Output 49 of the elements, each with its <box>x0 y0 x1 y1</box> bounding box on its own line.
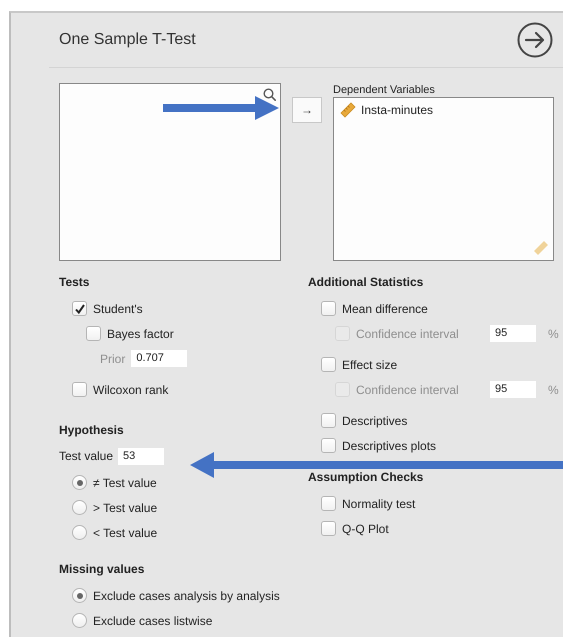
checkbox-label: Mean difference <box>342 302 428 316</box>
checkbox[interactable] <box>72 301 87 316</box>
unit-label: % <box>548 326 559 340</box>
checkbox-label: Bayes factor <box>107 326 174 340</box>
section-heading: Assumption Checks <box>308 469 424 485</box>
radio-label: < Test value <box>93 526 158 540</box>
radio-button[interactable] <box>72 500 87 515</box>
checkbox-label: Wilcoxon rank <box>93 382 168 396</box>
checkbox-label: Effect size <box>342 358 398 372</box>
checkbox[interactable] <box>86 326 101 341</box>
section-heading: Hypothesis <box>59 422 124 438</box>
window-title: One Sample T-Test <box>59 31 196 49</box>
radio-label: Exclude cases listwise <box>93 614 212 628</box>
field-label: Prior <box>100 352 126 366</box>
dependent-variables-label: Dependent Variables <box>333 83 436 97</box>
test-value-field[interactable]: 53 <box>118 448 164 464</box>
radio-button[interactable] <box>72 588 87 603</box>
field-label: Test value <box>59 449 114 463</box>
checkbox-label: Student's <box>93 302 143 316</box>
checkbox[interactable] <box>321 413 336 428</box>
radio-label: Exclude cases analysis by analysis <box>93 588 280 602</box>
arrow-circle-icon[interactable] <box>517 22 553 58</box>
dependent-variables-list[interactable]: Insta-minutes <box>333 97 554 261</box>
unit-label: % <box>548 382 559 396</box>
checkbox[interactable] <box>72 382 87 397</box>
section-heading: Missing values <box>59 561 144 577</box>
radio-button[interactable] <box>72 613 87 628</box>
assign-button[interactable]: → <box>292 97 322 123</box>
checkbox[interactable] <box>321 496 336 511</box>
radio-button[interactable] <box>72 525 87 540</box>
checkbox-label: Confidence interval <box>356 382 460 396</box>
checkbox-label: Normality test <box>342 496 416 510</box>
checkbox[interactable] <box>321 301 336 316</box>
checkbox[interactable] <box>321 521 336 536</box>
checkbox-label: Q-Q Plot <box>342 522 389 536</box>
radio-label: ≠ Test value <box>93 476 157 490</box>
variable-name[interactable]: Insta-minutes <box>361 103 434 117</box>
section-heading: Additional Statistics <box>308 274 424 290</box>
ruler-icon <box>533 240 549 256</box>
search-icon[interactable] <box>263 88 276 101</box>
checkbox-label: Descriptives plots <box>342 438 436 452</box>
section-heading: Tests <box>59 274 90 290</box>
checkbox[interactable] <box>321 438 336 453</box>
ruler-icon <box>340 102 356 118</box>
checkbox[interactable] <box>321 357 336 372</box>
checkbox-label: Confidence interval <box>356 326 460 340</box>
radio-button[interactable] <box>72 475 87 490</box>
radio-label: > Test value <box>93 500 158 514</box>
checkbox-label: Descriptives <box>342 414 408 428</box>
